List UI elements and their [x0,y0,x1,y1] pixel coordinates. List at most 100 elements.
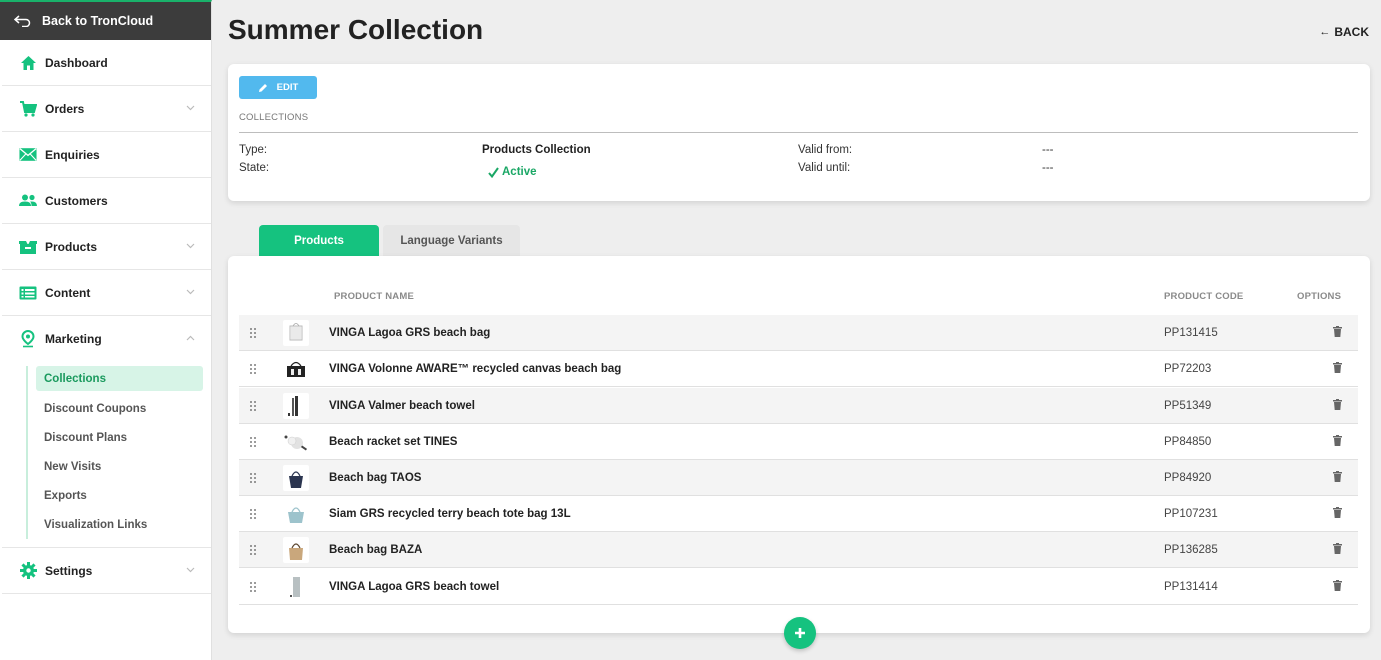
sidebar-item-enquiries[interactable]: Enquiries [2,132,211,178]
sidebar-item-dashboard[interactable]: Dashboard [2,40,211,86]
product-thumbnail [283,356,309,382]
page-title: Summer Collection [228,14,484,45]
sidebar-item-settings[interactable]: Settings [2,548,211,594]
drag-handle-icon[interactable] [250,401,256,411]
trash-icon[interactable] [1333,326,1342,337]
back-button[interactable]: ← BACK [1319,25,1369,39]
product-name: Beach bag BAZA [329,543,423,556]
product-name: VINGA Volonne AWARE™ recycled canvas bea… [329,362,622,375]
product-name: VINGA Lagoa GRS beach bag [329,326,491,339]
product-image [289,323,303,341]
valid-from-value: --- [1042,144,1054,156]
product-code: PP131414 [1164,580,1218,593]
product-image [288,507,304,523]
drag-handle-icon[interactable] [250,437,256,447]
product-thumbnail [283,501,309,527]
sidebar: Back to TronCloud Dashboard Orders Enqui… [0,0,212,660]
sidebar-item-products[interactable]: Products [2,224,211,270]
subnav-item-collections[interactable]: Collections [36,366,203,391]
chevron-down-icon [186,567,195,572]
pencil-icon [258,83,267,92]
location-pin-icon [19,330,37,348]
type-value: Products Collection [482,144,591,156]
tab-language-variants[interactable]: Language Variants [383,225,520,256]
tab-products[interactable]: Products [259,225,379,256]
subnav-item-discount-coupons[interactable]: Discount Coupons [36,394,203,423]
return-arrow-icon [14,15,31,27]
back-to-troncloud-label: Back to TronCloud [42,14,154,28]
table-row[interactable]: Beach racket set TINES PP84850 [239,424,1358,460]
subnav-item-exports[interactable]: Exports [36,481,203,510]
trash-icon[interactable] [1333,435,1342,446]
table-row[interactable]: Beach bag TAOS PP84920 [239,460,1358,496]
column-header-options: OPTIONS [1297,291,1342,302]
subnav-item-new-visits[interactable]: New Visits [36,452,203,481]
table-row[interactable]: VINGA Lagoa GRS beach bag PP131415 [239,315,1358,351]
back-to-troncloud-link[interactable]: Back to TronCloud [0,2,211,40]
sidebar-item-marketing[interactable]: Marketing [2,316,211,362]
state-value-label: Active [502,166,537,178]
products-table-card: PRODUCT NAME PRODUCT CODE OPTIONS VINGA … [228,256,1370,633]
sidebar-item-label: Settings [45,563,93,578]
valid-from-label: Valid from: [798,144,853,156]
table-row[interactable]: VINGA Volonne AWARE™ recycled canvas bea… [239,351,1358,387]
chevron-down-icon [186,289,195,294]
table-row[interactable]: Beach bag BAZA PP136285 [239,532,1358,568]
drag-handle-icon[interactable] [250,328,256,338]
table-row[interactable]: VINGA Valmer beach towel PP51349 [239,388,1358,424]
sidebar-item-label: Content [45,285,91,300]
table-row[interactable]: VINGA Lagoa GRS beach towel PP131414 [239,569,1358,605]
product-thumbnail [283,537,309,563]
subnav-item-discount-plans[interactable]: Discount Plans [36,423,203,452]
marketing-subnav: Collections Discount Coupons Discount Pl… [2,362,211,548]
drag-handle-icon[interactable] [250,364,256,374]
trash-icon[interactable] [1333,471,1342,482]
chevron-down-icon [186,105,195,110]
trash-icon[interactable] [1333,580,1342,591]
sidebar-item-orders[interactable]: Orders [2,86,211,132]
product-image [287,361,305,377]
edit-label: EDIT [276,82,299,93]
table-row[interactable]: Siam GRS recycled terry beach tote bag 1… [239,496,1358,532]
product-image [288,396,298,416]
product-name: Siam GRS recycled terry beach tote bag 1… [329,507,571,520]
drag-handle-icon[interactable] [250,473,256,483]
product-code: PP84850 [1164,435,1212,448]
divider [239,132,1358,133]
sidebar-item-label: Dashboard [45,55,108,70]
sidebar-item-label: Marketing [45,332,102,346]
home-icon [19,54,37,72]
section-label: COLLECTIONS [239,112,309,123]
back-label: BACK [1334,25,1369,39]
sidebar-item-label: Enquiries [45,147,100,162]
subnav-item-visualization-links[interactable]: Visualization Links [36,510,203,539]
product-name: VINGA Lagoa GRS beach towel [329,580,500,593]
product-thumbnail [283,574,309,600]
drag-handle-icon[interactable] [250,582,256,592]
users-icon [19,192,37,210]
product-code: PP51349 [1164,399,1212,412]
trash-icon[interactable] [1333,399,1342,410]
drag-handle-icon[interactable] [250,509,256,519]
product-name: VINGA Valmer beach towel [329,399,475,412]
sidebar-item-label: Products [45,239,98,254]
trash-icon[interactable] [1333,543,1342,554]
product-code: PP107231 [1164,507,1218,520]
drag-handle-icon[interactable] [250,545,256,555]
trash-icon[interactable] [1333,362,1342,373]
product-name: Beach bag TAOS [329,471,422,484]
sidebar-item-label: Orders [45,101,85,116]
sidebar-item-customers[interactable]: Customers [2,178,211,224]
cart-icon [19,100,37,118]
list-icon [19,284,37,302]
product-image [290,577,300,597]
gear-icon [19,562,37,580]
add-product-button[interactable] [784,617,816,649]
plus-icon [795,628,805,638]
trash-icon[interactable] [1333,507,1342,518]
edit-button[interactable]: EDIT [239,76,317,99]
sidebar-item-content[interactable]: Content [2,270,211,316]
chevron-up-icon [186,335,195,341]
product-name: Beach racket set TINES [329,435,458,448]
product-image [289,471,303,488]
